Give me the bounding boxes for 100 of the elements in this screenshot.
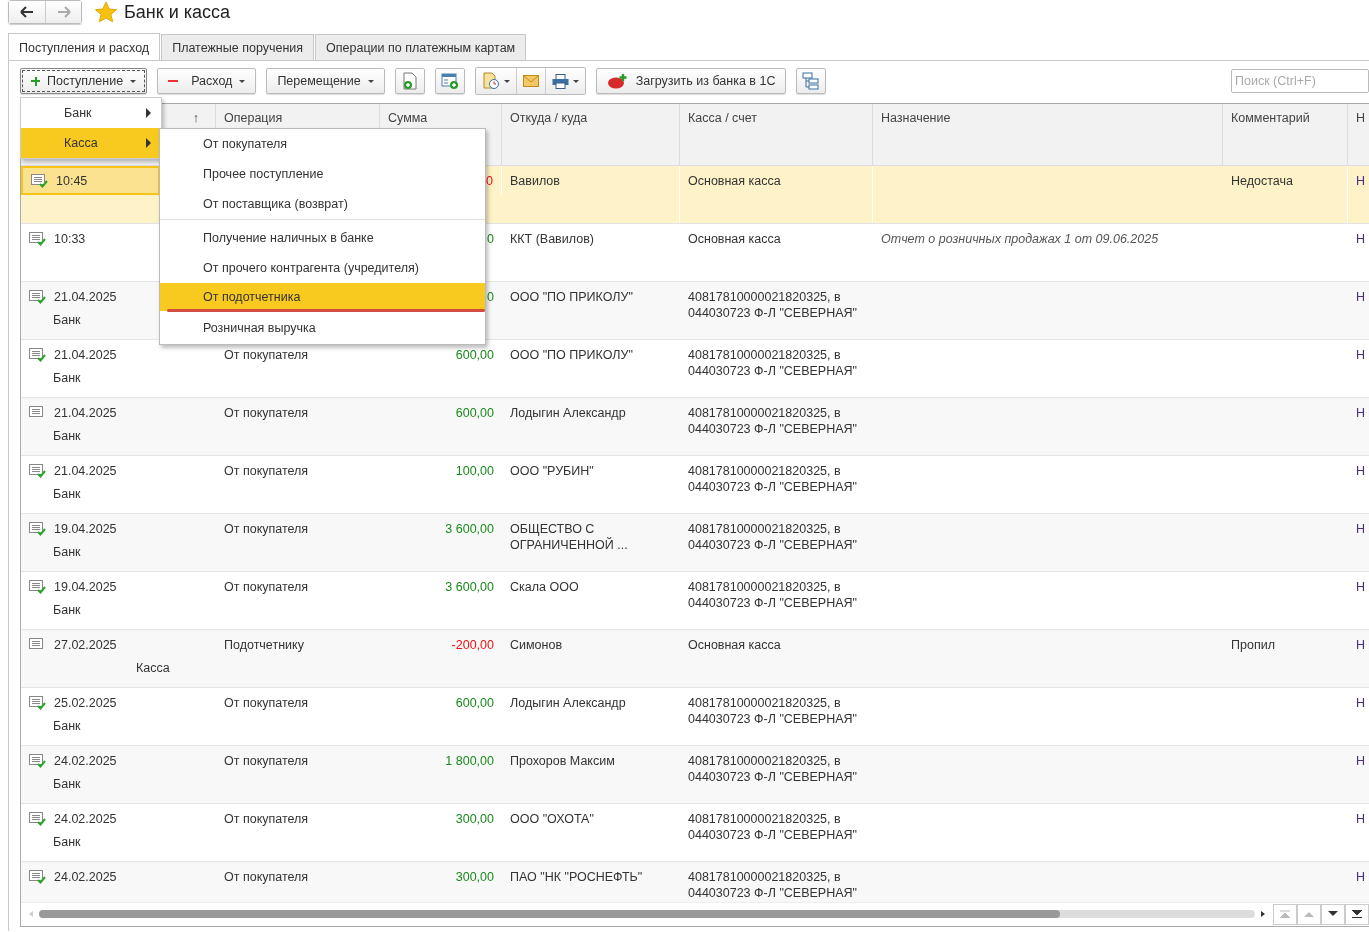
operation-cell-text: От покупателя	[223, 811, 310, 828]
last-icon	[1352, 910, 1362, 918]
page-down-button[interactable]	[1321, 903, 1345, 925]
amount-cell-text: 1 800,00	[444, 753, 495, 770]
menu-item[interactable]: От покупателя	[160, 129, 485, 159]
date-text: 10:45	[56, 173, 88, 188]
tab[interactable]: Поступления и расход	[8, 33, 161, 61]
date-text: 19.04.2025	[54, 521, 117, 536]
operation-cell-text: От покупателя	[223, 347, 310, 364]
table-cell-text: Н	[1355, 579, 1367, 596]
operation-cell-text: От покупателя	[223, 405, 310, 422]
column-header[interactable]: Назначение	[873, 104, 1223, 165]
operation-cell-text: От покупателя	[223, 579, 310, 596]
hierarchy-icon	[802, 72, 821, 90]
operation-cell-text: От покупателя	[223, 695, 310, 712]
document-type-text: Банк	[52, 486, 82, 503]
operation-cell-text: От покупателя	[223, 869, 310, 886]
column-header[interactable]: Откуда / куда	[502, 104, 680, 165]
amount-cell-text: 600,00	[454, 695, 495, 712]
amount-cell-text: 0	[486, 231, 495, 248]
counterparty-cell: Вавилов	[502, 166, 680, 223]
table-row[interactable]: 24.02.2025 Банк От покупателя 1 800,00 Прохоров Максим 40817810000021820325, в 044030723 Ф-Л "СЕВЕРНАЯ" Н	[21, 746, 1369, 804]
table-row[interactable]: 27.02.2025 Касса Подотчетнику -200,00 Симонов Основная касса Пропил Н	[21, 630, 1369, 688]
account-cell-text: 40817810000021820325, в 044030723 Ф-Л "СЕВЕРНАЯ"	[687, 463, 859, 496]
scroll-to-end-button[interactable]	[1345, 903, 1369, 925]
forward-arrow-icon	[56, 6, 71, 18]
menu-item[interactable]: Получение наличных в банке	[160, 223, 485, 253]
transfer-button[interactable]: Перемещение	[266, 68, 385, 94]
document-type-text: Банк	[52, 602, 82, 619]
scrollbar-thumb[interactable]	[39, 910, 1061, 918]
date-text: 24.02.2025	[54, 869, 117, 884]
counterparty-cell-text: Прохоров Максим	[509, 753, 616, 770]
amount-cell-text: 3 600,00	[444, 521, 495, 538]
star-icon[interactable]	[94, 0, 118, 24]
date-text: 10:33	[54, 231, 86, 246]
date-text: 24.02.2025	[54, 811, 117, 826]
table-row[interactable]: 24.02.2025 От покупателя 300,00 ПАО "НК "РОСНЕФТЬ" 40817810000021820325, в 044030723 Ф-Л "СЕВЕРНАЯ" Н	[21, 862, 1369, 902]
table-cell-text: Н	[1355, 869, 1367, 886]
tab[interactable]: Операции по платежным картам	[315, 34, 527, 60]
operation-cell-text: От покупателя	[223, 463, 310, 480]
column-header[interactable]: Комментарий	[1223, 104, 1348, 165]
date-text: 21.04.2025	[54, 463, 117, 478]
operation-cell-text: От покупателя	[223, 753, 310, 770]
date-text: 21.04.2025	[54, 405, 117, 420]
table-cell-text: Н	[1355, 521, 1367, 538]
table-row[interactable]: 19.04.2025 Банк От покупателя 3 600,00 ОБЩЕСТВО С ОГРАНИЧЕННОЙ ... 40817810000021820325, в 044030723 Ф-Л "СЕВЕРНАЯ" Н	[21, 514, 1369, 572]
counterparty-cell-text: Лодыгин Александр	[509, 405, 627, 422]
menu-item[interactable]: От подотчетника	[160, 283, 485, 311]
date-text: 19.04.2025	[54, 579, 117, 594]
comment-cell-text: Пропил	[1230, 637, 1276, 654]
table-cell-text: Н	[1355, 695, 1367, 712]
table-row[interactable]: 21.04.2025 Банк От покупателя 600,00 Лодыгин Александр 40817810000021820325, в 044030723 Ф-Л "СЕВЕРНАЯ" Н	[21, 398, 1369, 456]
date-text: 24.02.2025	[54, 753, 117, 768]
load-from-bank-button[interactable]: Загрузить из банка в 1С	[595, 68, 787, 94]
menu-item[interactable]: Банк	[21, 98, 161, 128]
counterparty-cell-text: ПАО "НК "РОСНЕФТЬ"	[509, 869, 644, 886]
tab[interactable]: Платежные поручения	[161, 34, 315, 60]
column-header[interactable]: Н	[1348, 104, 1369, 165]
caret-icon	[239, 79, 246, 83]
first-icon	[1280, 910, 1290, 918]
table-cell-text: Н	[1355, 463, 1367, 480]
amount-cell-text: 300,00	[454, 869, 495, 886]
menu-item[interactable]: Касса	[21, 128, 161, 158]
document-type-text: Банк	[52, 718, 82, 735]
table-cell-text: Н	[1355, 405, 1367, 422]
caret-icon	[130, 79, 137, 83]
account-cell-text: Основная касса	[687, 637, 782, 654]
submenu-arrow-icon	[146, 138, 151, 148]
column-header[interactable]: Касса / счет	[680, 104, 873, 165]
scroll-to-top-button[interactable]	[1273, 903, 1297, 925]
counterparty-cell-text: ООО "ПО ПРИКОЛУ"	[509, 347, 634, 364]
back-button[interactable]	[9, 1, 45, 23]
amount-cell-text: -200,00	[450, 637, 495, 654]
envelope-icon	[522, 75, 539, 87]
amount-cell-text: 300,00	[454, 811, 495, 828]
document-plus-icon	[401, 72, 418, 90]
amount-cell-text: 600,00	[454, 405, 495, 422]
menu-item[interactable]: От поставщика (возврат)	[160, 189, 485, 220]
add-form-button[interactable]	[434, 68, 465, 94]
scroll-right-icon[interactable]	[1261, 911, 1265, 917]
account-cell-text: 40817810000021820325, в 044030723 Ф-Л "СЕВЕРНАЯ"	[687, 695, 859, 728]
table-cell-text: Н	[1355, 289, 1367, 306]
counterparty-cell-text: Лодыгин Александр	[509, 695, 627, 712]
account-cell: Основная касса	[680, 166, 873, 223]
back-arrow-icon	[20, 6, 34, 18]
expense-button[interactable]: Расход	[157, 68, 257, 94]
window-title: Банк и касса	[124, 1, 230, 23]
operation-cell-text: От покупателя	[223, 521, 310, 538]
account-cell-text: 40817810000021820325, в 044030723 Ф-Л "СЕВЕРНАЯ"	[687, 289, 859, 322]
document-type-text: Банк	[52, 834, 82, 851]
add-document-button[interactable]	[394, 68, 425, 94]
income-button[interactable]: Поступление	[20, 68, 148, 94]
menu-item[interactable]: От прочего контрагента (учредителя)	[160, 253, 485, 283]
search-field[interactable]: Поиск (Ctrl+F)	[1231, 69, 1369, 93]
submenu-arrow-icon	[146, 108, 151, 118]
account-cell-text: 40817810000021820325, в 044030723 Ф-Л "СЕВЕРНАЯ"	[687, 753, 859, 786]
account-cell-text: 40817810000021820325, в 044030723 Ф-Л "СЕВЕРНАЯ"	[687, 521, 859, 554]
structure-button[interactable]	[796, 68, 827, 94]
menu-item[interactable]: Розничная выручка	[160, 313, 485, 343]
down-triangle-icon	[1328, 911, 1338, 917]
